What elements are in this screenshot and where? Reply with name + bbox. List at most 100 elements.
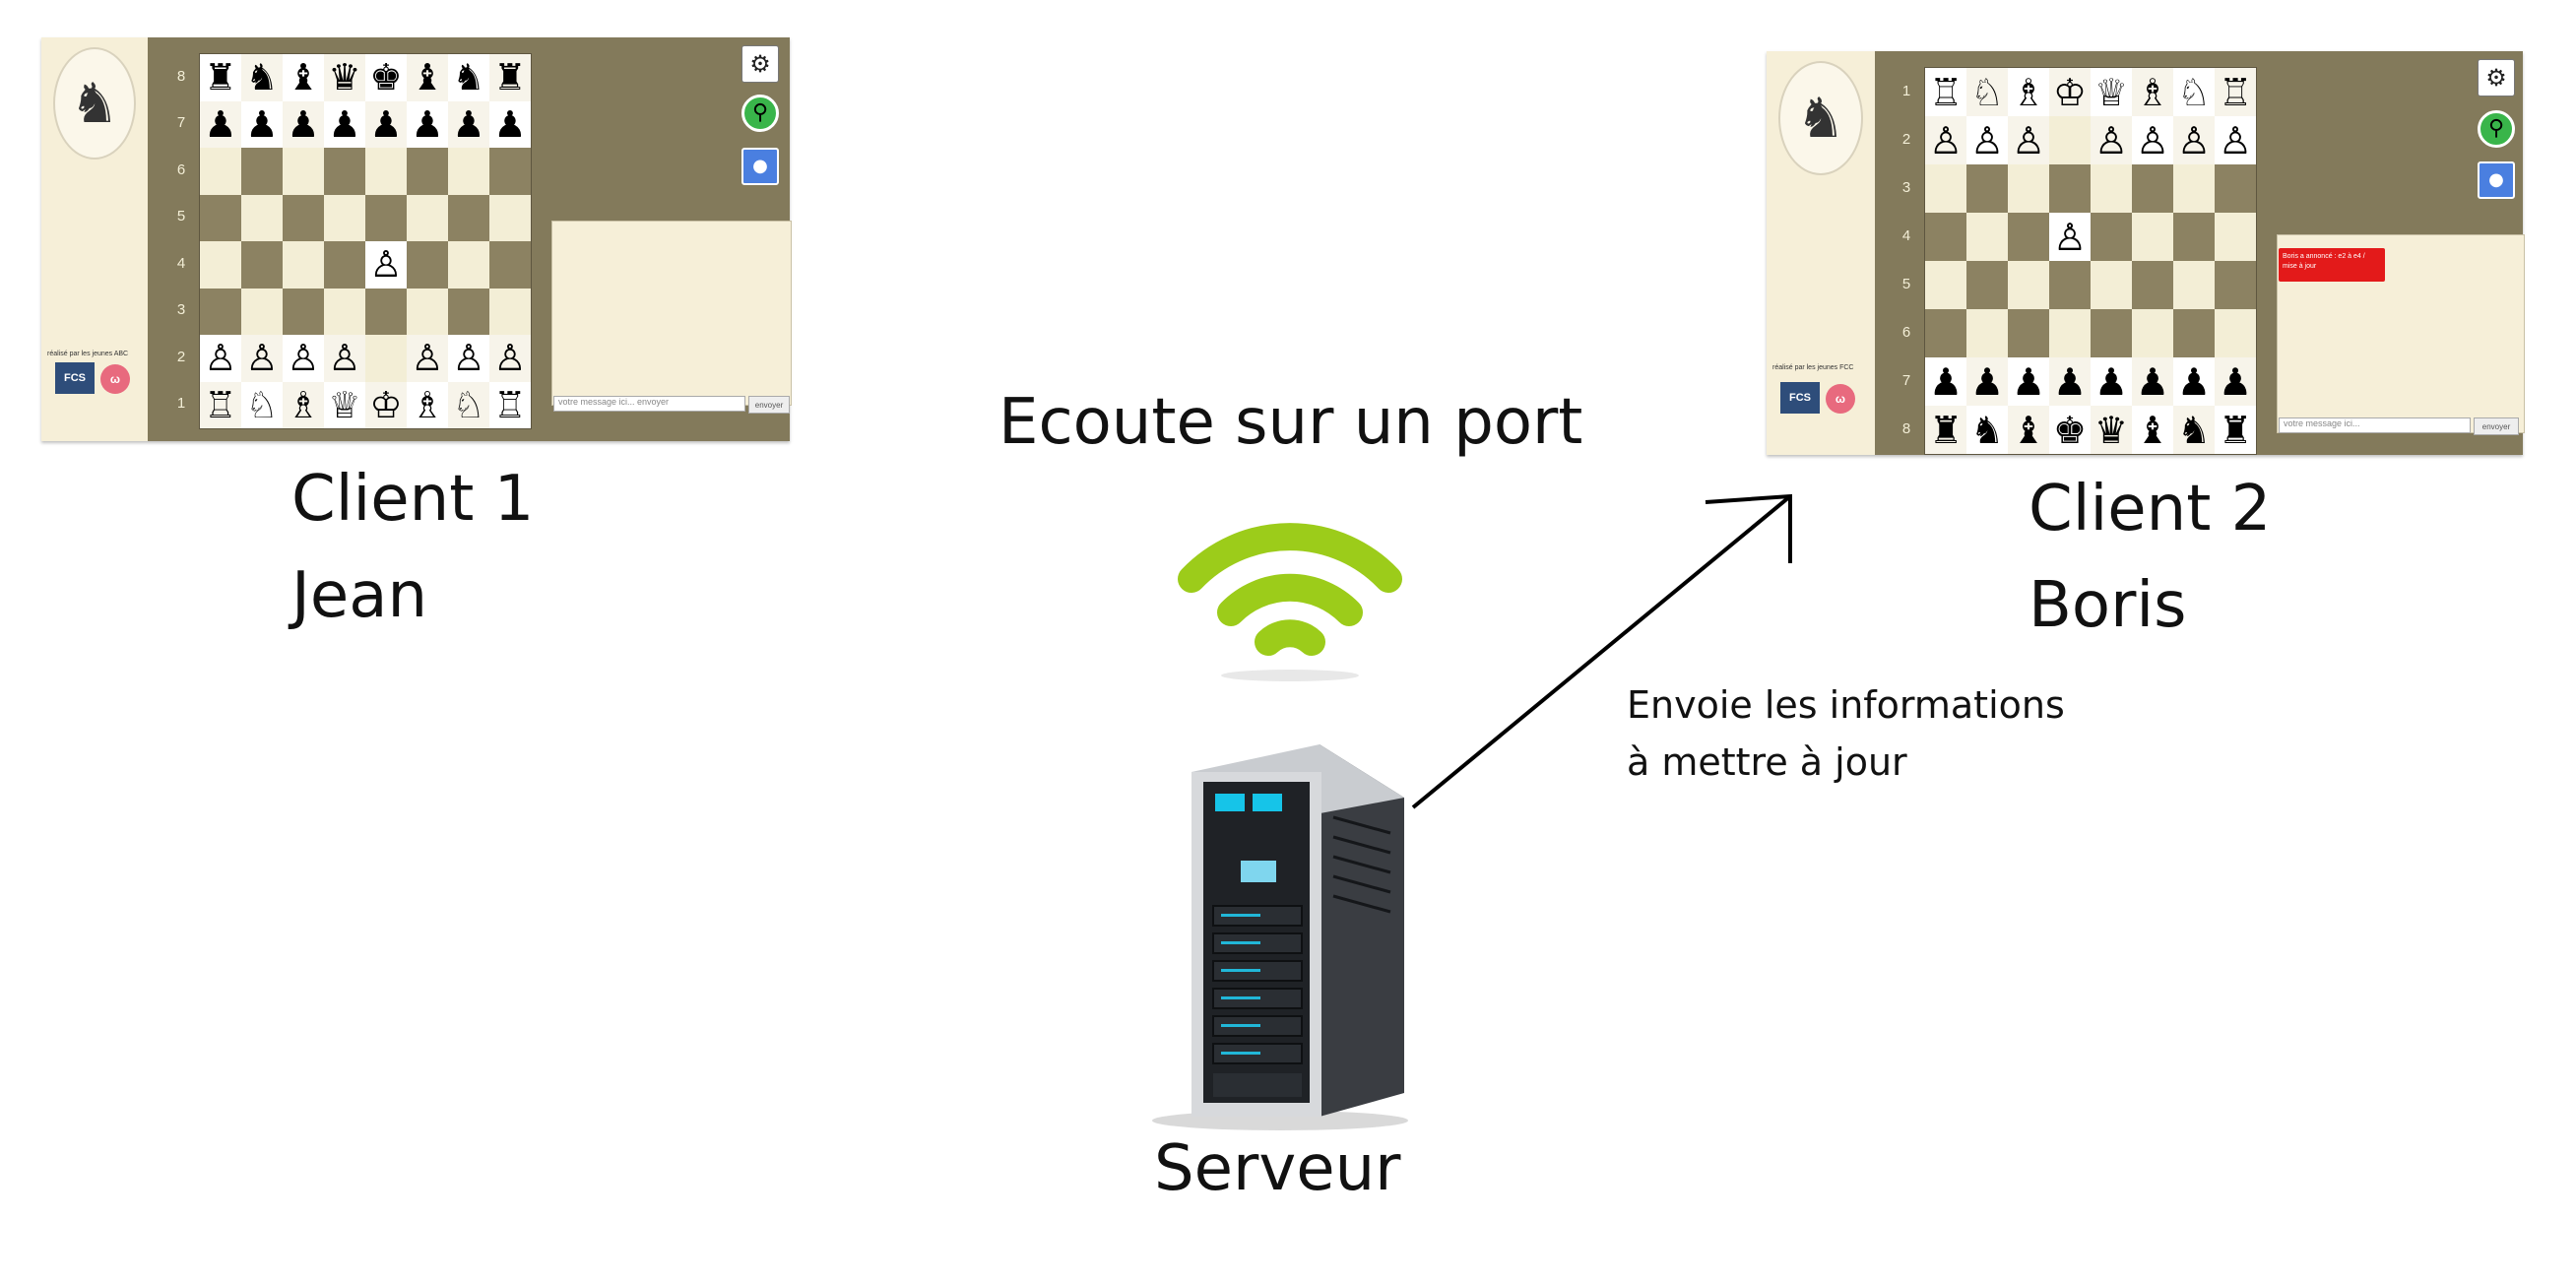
- board-square[interactable]: [2008, 309, 2049, 357]
- board-square[interactable]: ♚: [365, 54, 407, 101]
- board-square[interactable]: [448, 148, 489, 195]
- board-square[interactable]: ♘: [241, 381, 283, 428]
- board-square[interactable]: ♟: [2008, 357, 2049, 406]
- client2-microphone-icon[interactable]: ●: [2478, 161, 2515, 199]
- board-square[interactable]: ♙: [2173, 116, 2215, 164]
- board-square[interactable]: ♝: [283, 54, 324, 101]
- board-square[interactable]: [283, 194, 324, 241]
- board-square[interactable]: [2173, 164, 2215, 213]
- board-square[interactable]: [407, 241, 448, 289]
- board-square[interactable]: ♟: [1925, 357, 1966, 406]
- board-square[interactable]: ♙: [200, 335, 241, 382]
- board-square[interactable]: [241, 194, 283, 241]
- board-square[interactable]: [1966, 164, 2008, 213]
- client1-gear-icon[interactable]: ⚙: [741, 45, 779, 83]
- board-square[interactable]: ♖: [200, 381, 241, 428]
- board-square[interactable]: [2049, 164, 2091, 213]
- board-square[interactable]: ♔: [2049, 68, 2091, 116]
- client2-search-icon[interactable]: ⚲: [2478, 110, 2515, 148]
- board-square[interactable]: ♟: [2132, 357, 2173, 406]
- board-square[interactable]: [324, 241, 365, 289]
- board-square[interactable]: [2215, 261, 2256, 309]
- board-square[interactable]: ♟: [241, 100, 283, 148]
- board-square[interactable]: ♗: [2132, 68, 2173, 116]
- board-square[interactable]: [2132, 164, 2173, 213]
- board-square[interactable]: [2008, 213, 2049, 261]
- board-square[interactable]: [1966, 213, 2008, 261]
- board-square[interactable]: ♙: [448, 335, 489, 382]
- board-square[interactable]: [2008, 261, 2049, 309]
- board-square[interactable]: ♟: [200, 100, 241, 148]
- board-square[interactable]: [365, 335, 407, 382]
- board-square[interactable]: [2132, 213, 2173, 261]
- board-square[interactable]: [2173, 309, 2215, 357]
- board-square[interactable]: [2049, 116, 2091, 164]
- board-square[interactable]: [283, 148, 324, 195]
- board-square[interactable]: ♟: [2091, 357, 2132, 406]
- board-square[interactable]: ♛: [324, 54, 365, 101]
- board-square[interactable]: [1925, 261, 1966, 309]
- board-square[interactable]: ♟: [448, 100, 489, 148]
- board-square[interactable]: ♘: [2173, 68, 2215, 116]
- board-square[interactable]: [1925, 213, 1966, 261]
- client2-gear-icon[interactable]: ⚙: [2478, 59, 2515, 96]
- board-square[interactable]: ♟: [1966, 357, 2008, 406]
- board-square[interactable]: [2008, 164, 2049, 213]
- board-square[interactable]: [448, 194, 489, 241]
- board-square[interactable]: ♞: [448, 54, 489, 101]
- board-square[interactable]: [407, 288, 448, 335]
- board-square[interactable]: ♗: [2008, 68, 2049, 116]
- board-square[interactable]: ♙: [365, 241, 407, 289]
- board-square[interactable]: ♙: [1925, 116, 1966, 164]
- board-square[interactable]: [200, 194, 241, 241]
- board-square[interactable]: ♝: [407, 54, 448, 101]
- board-square[interactable]: [1925, 164, 1966, 213]
- board-square[interactable]: ♖: [2215, 68, 2256, 116]
- board-square[interactable]: [2173, 213, 2215, 261]
- board-square[interactable]: ♟: [2173, 357, 2215, 406]
- board-square[interactable]: ♘: [1966, 68, 2008, 116]
- board-square[interactable]: ♙: [241, 335, 283, 382]
- board-square[interactable]: ♞: [241, 54, 283, 101]
- board-square[interactable]: ♗: [283, 381, 324, 428]
- board-square[interactable]: ♗: [407, 381, 448, 428]
- board-square[interactable]: [2173, 261, 2215, 309]
- board-square[interactable]: ♜: [200, 54, 241, 101]
- board-square[interactable]: ♙: [324, 335, 365, 382]
- board-square[interactable]: [407, 194, 448, 241]
- board-square[interactable]: [2215, 309, 2256, 357]
- board-square[interactable]: ♘: [448, 381, 489, 428]
- board-square[interactable]: ♙: [283, 335, 324, 382]
- board-square[interactable]: ♟: [489, 100, 531, 148]
- board-square[interactable]: [2049, 309, 2091, 357]
- board-square[interactable]: [2132, 309, 2173, 357]
- board-square[interactable]: ♞: [2173, 406, 2215, 454]
- board-square[interactable]: [489, 241, 531, 289]
- client2-send-button[interactable]: envoyer: [2474, 417, 2519, 435]
- board-square[interactable]: [241, 148, 283, 195]
- board-square[interactable]: ♜: [489, 54, 531, 101]
- board-square[interactable]: ♞: [1966, 406, 2008, 454]
- client2-chat-input[interactable]: votre message ici...: [2279, 417, 2471, 433]
- board-square[interactable]: ♕: [324, 381, 365, 428]
- board-square[interactable]: ♙: [2091, 116, 2132, 164]
- board-square[interactable]: ♙: [407, 335, 448, 382]
- board-square[interactable]: ♝: [2132, 406, 2173, 454]
- board-square[interactable]: ♖: [1925, 68, 1966, 116]
- board-square[interactable]: [448, 241, 489, 289]
- board-square[interactable]: [283, 241, 324, 289]
- board-square[interactable]: [448, 288, 489, 335]
- board-square[interactable]: ♝: [2008, 406, 2049, 454]
- board-square[interactable]: [365, 148, 407, 195]
- board-square[interactable]: [2215, 164, 2256, 213]
- board-square[interactable]: ♙: [489, 335, 531, 382]
- board-square[interactable]: [365, 194, 407, 241]
- board-square[interactable]: [2049, 261, 2091, 309]
- board-square[interactable]: [2132, 261, 2173, 309]
- board-square[interactable]: [2091, 164, 2132, 213]
- client1-send-button[interactable]: envoyer: [748, 396, 790, 414]
- board-square[interactable]: [489, 194, 531, 241]
- board-square[interactable]: [2215, 213, 2256, 261]
- board-square[interactable]: [241, 288, 283, 335]
- board-square[interactable]: [200, 288, 241, 335]
